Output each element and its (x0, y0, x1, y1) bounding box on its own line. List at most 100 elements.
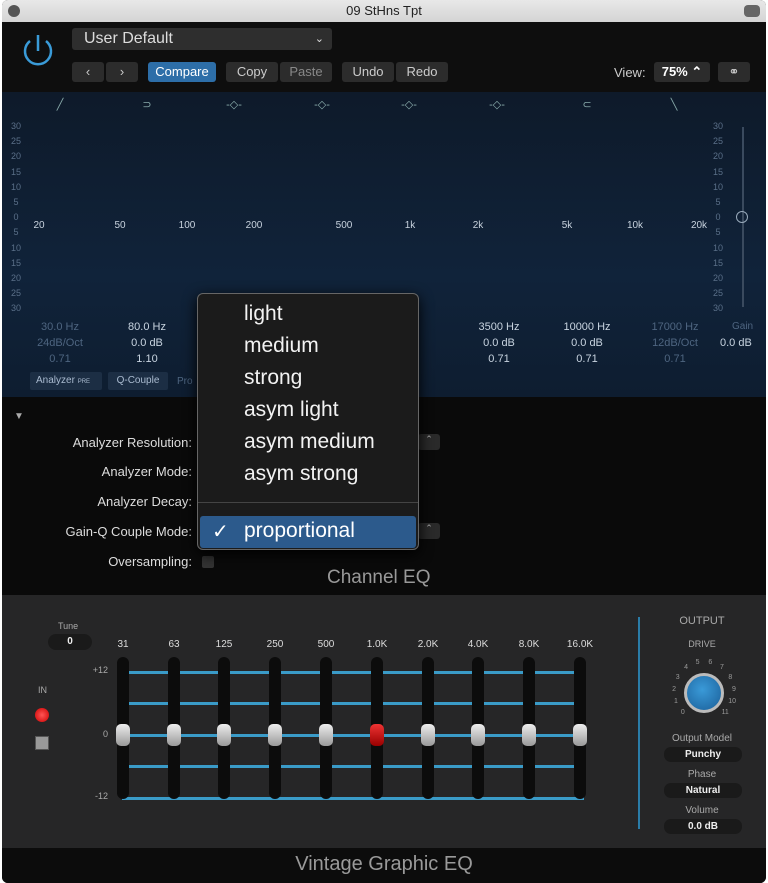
previous-preset-button[interactable]: ‹ (72, 62, 104, 82)
band-slider-thumb[interactable] (268, 724, 282, 746)
oversampling-checkbox[interactable] (202, 556, 214, 568)
band-slider-thumb[interactable] (421, 724, 435, 746)
band-q[interactable]: 1.10 (107, 353, 187, 365)
band-shape-icon[interactable]: ╲ (662, 98, 686, 111)
frequency-label: 200 (245, 220, 263, 231)
output-model-select[interactable]: Punchy (664, 747, 742, 762)
scale-label: -12 (94, 791, 108, 801)
link-icon[interactable]: ⚭ (718, 62, 750, 82)
band-slider-thumb[interactable] (471, 724, 485, 746)
menu-item[interactable]: asym light (244, 398, 339, 422)
window-control-button[interactable] (744, 5, 760, 17)
phase-select[interactable]: Natural (664, 783, 742, 798)
band-freq[interactable]: 30.0 Hz (20, 321, 100, 333)
scale-tick: 30 (10, 121, 21, 131)
preset-dropdown[interactable]: User Default ⌄ (72, 28, 332, 50)
setting-label: Analyzer Mode: (101, 464, 192, 479)
menu-item[interactable]: asym strong (244, 462, 358, 486)
band-gain[interactable]: 0.0 dB (547, 337, 627, 349)
compare-button[interactable]: Compare (148, 62, 216, 82)
band-gain[interactable]: 12dB/Oct (635, 337, 715, 349)
in-button[interactable] (35, 736, 49, 750)
tune-field[interactable]: 0 (48, 634, 92, 650)
drive-tick: 8 (728, 673, 733, 681)
band-shape-icon[interactable]: ⊂ (575, 98, 599, 111)
analyzer-resolution-select[interactable]: ⌃ (418, 434, 440, 450)
drive-tick: 1 (673, 698, 678, 706)
menu-item[interactable]: medium (244, 334, 319, 358)
band-shape-icon[interactable]: -◇- (310, 98, 334, 111)
band-slider-thumb[interactable] (167, 724, 181, 746)
close-button[interactable] (8, 5, 20, 17)
band-gain[interactable]: 0.0 dB (459, 337, 539, 349)
band-slider-thumb[interactable] (573, 724, 587, 746)
analyzer-button[interactable]: Analyzer PRE (30, 372, 102, 390)
drive-tick: 11 (721, 709, 729, 717)
band-label: 125 (215, 639, 233, 650)
preset-value: User Default (84, 30, 173, 47)
menu-item[interactable]: light (244, 302, 283, 326)
menu-item[interactable]: asym medium (244, 430, 375, 454)
gain-slider-handle[interactable] (736, 211, 748, 223)
menu-item[interactable]: strong (244, 366, 302, 390)
drive-tick: 10 (728, 698, 736, 706)
band-label: 8.0K (518, 639, 540, 650)
analyzer-label: Analyzer (36, 375, 75, 386)
power-icon[interactable] (19, 32, 57, 70)
output-model-label: Output Model (671, 733, 733, 744)
drive-tick: 3 (675, 673, 680, 681)
scale-tick: 5 (13, 227, 19, 238)
band-slider-thumb[interactable] (319, 724, 333, 746)
copy-button[interactable]: Copy (226, 62, 278, 82)
next-preset-button[interactable]: › (106, 62, 138, 82)
band-shape-icon[interactable]: ╱ (48, 98, 72, 111)
band-q[interactable]: 0.71 (547, 353, 627, 365)
scale-tick: 5 (13, 197, 19, 207)
band-gain[interactable]: 24dB/Oct (20, 337, 100, 349)
undo-button[interactable]: Undo (342, 62, 394, 82)
band-shape-icon[interactable]: ⊃ (135, 98, 159, 111)
view-value: 75% (661, 64, 688, 79)
band-label: 500 (317, 639, 335, 650)
in-label: IN (38, 685, 47, 695)
plugin-window: 09 StHns Tpt User Default ⌄ ‹ › Compare C… (2, 0, 766, 883)
disclosure-triangle-icon[interactable]: ▼ (14, 411, 24, 422)
gain-q-couple-select[interactable]: ⌃ (418, 523, 440, 539)
band-shape-icon[interactable]: -◇- (222, 98, 246, 111)
phase-label: Phase (687, 769, 717, 780)
band-freq[interactable]: 10000 Hz (547, 321, 627, 333)
band-freq[interactable]: 17000 Hz (635, 321, 715, 333)
view-zoom-select[interactable]: 75% ⌃ (654, 62, 710, 82)
scale-tick: 20 (10, 151, 21, 162)
scale-tick: 25 (712, 136, 723, 147)
band-q[interactable]: 0.71 (459, 353, 539, 365)
band-shape-icon[interactable]: -◇- (485, 98, 509, 111)
band-shape-icon[interactable]: -◇- (397, 98, 421, 111)
drive-tick: 4 (684, 663, 688, 671)
scale-tick: 20 (712, 151, 723, 162)
frequency-label: 20k (690, 220, 708, 231)
grid-line (122, 765, 584, 768)
band-slider-thumb[interactable] (217, 724, 231, 746)
band-slider-thumb[interactable] (522, 724, 536, 746)
band-q[interactable]: 0.71 (20, 353, 100, 365)
drive-knob[interactable] (684, 673, 724, 713)
band-q[interactable]: 0.71 (635, 353, 715, 365)
volume-field[interactable]: 0.0 dB (664, 819, 742, 834)
gain-q-couple-menu: light medium strong asym light asym medium as… (197, 293, 419, 550)
frequency-label: 100 (178, 220, 196, 231)
menu-item-proportional[interactable]: ✓ proportional (200, 516, 416, 548)
paste-button[interactable]: Paste (280, 62, 332, 82)
band-slider-thumb[interactable] (370, 724, 384, 746)
frequency-label: 10k (626, 220, 644, 231)
redo-button[interactable]: Redo (396, 62, 448, 82)
scale-tick: 20 (10, 273, 21, 283)
band-slider-thumb[interactable] (116, 724, 130, 746)
band-gain[interactable]: 0.0 dB (107, 337, 187, 349)
band-freq[interactable]: 80.0 Hz (107, 321, 187, 333)
band-label: 1.0K (366, 639, 388, 650)
scale-tick: 0 (13, 212, 19, 223)
band-freq[interactable]: 3500 Hz (459, 321, 539, 333)
q-couple-button[interactable]: Q-Couple (108, 372, 168, 390)
drive-label: DRIVE (688, 639, 716, 649)
